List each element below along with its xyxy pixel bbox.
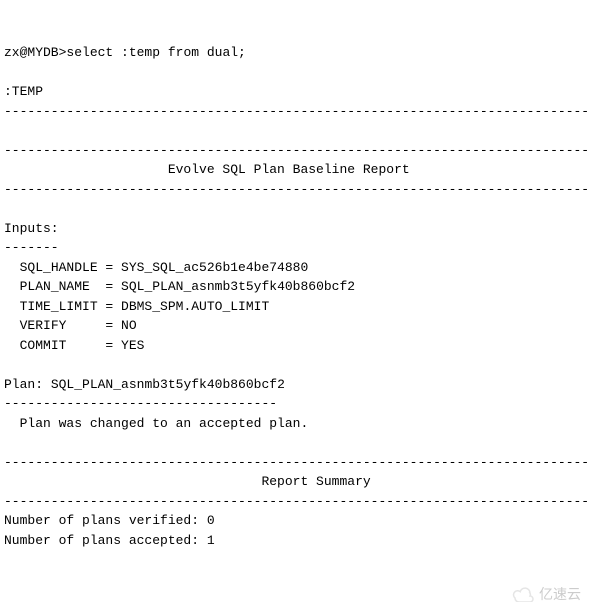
column-header: :TEMP xyxy=(4,84,43,99)
report-title: Evolve SQL Plan Baseline Report xyxy=(168,162,410,177)
inputs-label: Inputs: xyxy=(4,221,59,236)
sql-handle-label: SQL_HANDLE xyxy=(20,260,98,275)
plan-name-value: SQL_PLAN_asnmb3t5yfk40b860bcf2 xyxy=(121,279,355,294)
plan-label: Plan: xyxy=(4,377,43,392)
plan-value: SQL_PLAN_asnmb3t5yfk40b860bcf2 xyxy=(51,377,285,392)
divider-short: ------- xyxy=(4,240,59,255)
commit-value: YES xyxy=(121,338,144,353)
time-limit-value: DBMS_SPM.AUTO_LIMIT xyxy=(121,299,269,314)
divider: ----------------------------------------… xyxy=(4,182,589,197)
plan-name-label: PLAN_NAME xyxy=(20,279,90,294)
watermark: 亿速云 xyxy=(511,584,581,605)
divider: ----------------------------------------… xyxy=(4,104,589,119)
sql-handle-value: SYS_SQL_ac526b1e4be74880 xyxy=(121,260,308,275)
divider-plan: ----------------------------------- xyxy=(4,396,277,411)
verified-label: Number of plans verified: xyxy=(4,513,199,528)
divider: ----------------------------------------… xyxy=(4,494,589,509)
commit-label: COMMIT xyxy=(20,338,67,353)
divider: ----------------------------------------… xyxy=(4,143,589,158)
watermark-text: 亿速云 xyxy=(539,584,581,605)
summary-title: Report Summary xyxy=(261,474,370,489)
sql-command: select :temp from dual; xyxy=(66,45,245,60)
sql-prompt: zx@MYDB> xyxy=(4,45,66,60)
divider: ----------------------------------------… xyxy=(4,455,589,470)
verify-label: VERIFY xyxy=(20,318,67,333)
accepted-label: Number of plans accepted: xyxy=(4,533,199,548)
verify-value: NO xyxy=(121,318,137,333)
accepted-value: 1 xyxy=(207,533,215,548)
cloud-icon xyxy=(511,586,535,602)
verified-value: 0 xyxy=(207,513,215,528)
time-limit-label: TIME_LIMIT xyxy=(20,299,98,314)
plan-result: Plan was changed to an accepted plan. xyxy=(20,416,309,431)
